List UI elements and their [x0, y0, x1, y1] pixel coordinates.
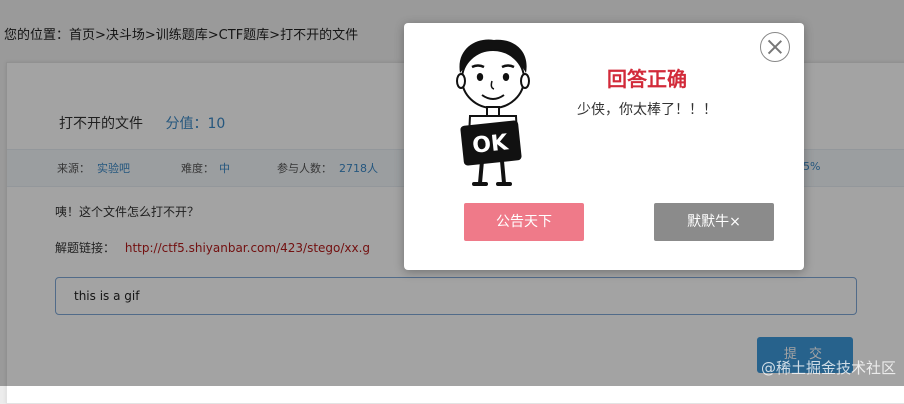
watermark: @稀土掘金技术社区 [760, 359, 896, 377]
modal-message: 少侠，你太棒了！！！ [577, 102, 717, 118]
mascot-sign-text: OK [471, 130, 510, 159]
success-modal: OK 回答正确 少侠，你太棒了！！！ 公告天下 默默牛× [404, 23, 804, 270]
share-button[interactable]: 公告天下 [464, 203, 584, 241]
ok-mascot-icon: OK [456, 39, 530, 186]
dismiss-button[interactable]: 默默牛× [654, 203, 774, 241]
close-icon[interactable] [760, 32, 790, 62]
modal-title: 回答正确 [607, 67, 687, 91]
